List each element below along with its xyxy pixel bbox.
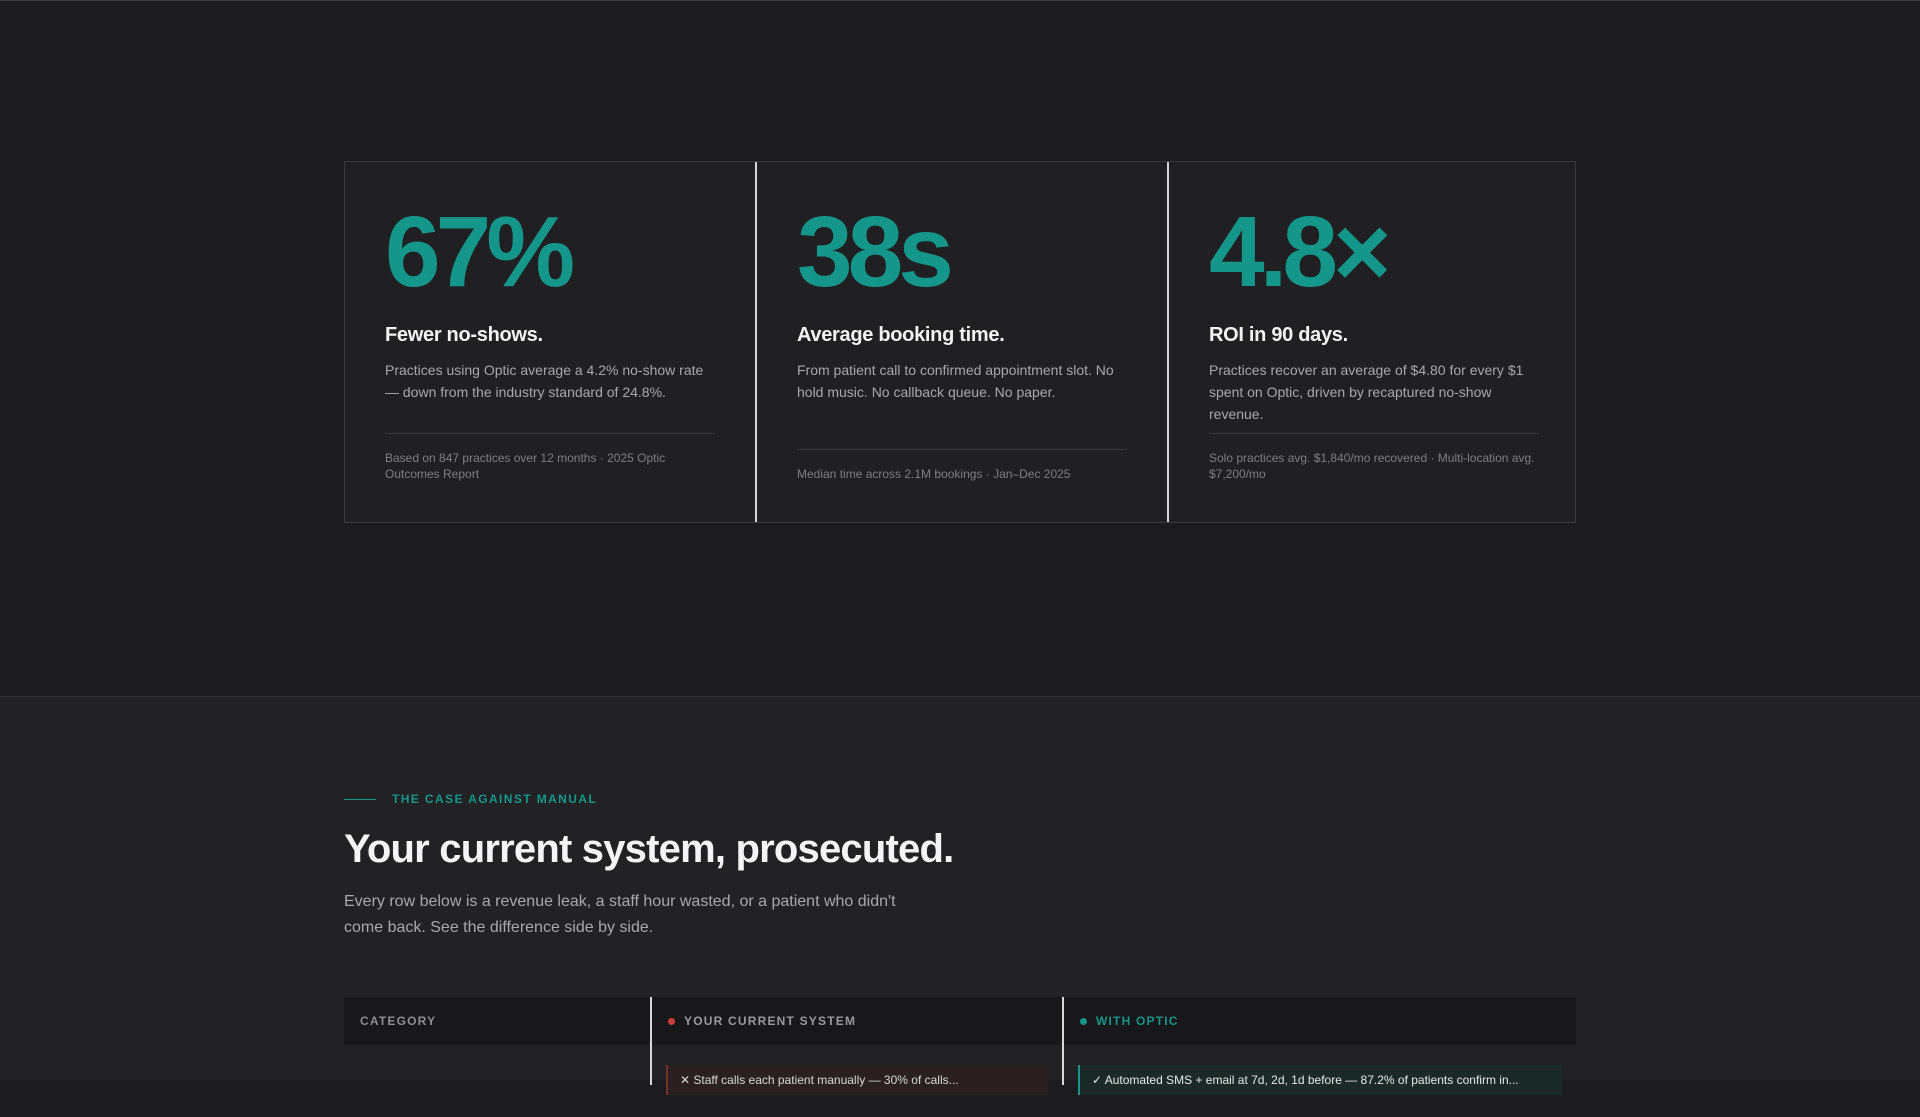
column-header-label: YOUR CURRENT SYSTEM xyxy=(684,1014,857,1028)
eyebrow-rule xyxy=(344,798,376,800)
stats-grid: 67% Fewer no-shows. Practices using Opti… xyxy=(344,161,1576,523)
stat-card-booking-time: 38s Average booking time. From patient c… xyxy=(755,162,1167,522)
stat-card-roi: 4.8× ROI in 90 days. Practices recover a… xyxy=(1167,162,1579,522)
eyebrow-label: THE CASE AGAINST MANUAL xyxy=(392,792,598,806)
comparison-table: CATEGORY YOUR CURRENT SYSTEM WITH OPTIC … xyxy=(344,997,1576,1117)
column-header-category: CATEGORY xyxy=(344,997,650,1045)
current-system-item: ✕ Staff calls each patient manually — 30… xyxy=(666,1065,1048,1095)
optic-item: ✓ Automated SMS + email at 7d, 2d, 1d be… xyxy=(1078,1065,1562,1095)
stat-description: From patient call to confirmed appointme… xyxy=(797,362,1114,400)
stat-title: Average booking time. xyxy=(797,324,1005,346)
table-cell-optic: ✓ Automated SMS + email at 7d, 2d, 1d be… xyxy=(1062,1045,1576,1095)
stat-title: ROI in 90 days. xyxy=(1209,324,1348,346)
stat-title: Fewer no-shows. xyxy=(385,324,543,346)
comparison-section: THE CASE AGAINST MANUAL Your current sys… xyxy=(0,696,1920,1095)
teal-dot-icon xyxy=(1080,1017,1087,1025)
stat-number: 4.8× xyxy=(1209,196,1391,308)
red-dot-icon xyxy=(668,1017,675,1025)
section-title: Your current system, prosecuted. xyxy=(344,827,954,871)
column-header-optic: WITH OPTIC xyxy=(1062,997,1576,1045)
stat-number: 38s xyxy=(797,196,954,308)
column-header-label: CATEGORY xyxy=(360,1014,437,1028)
stat-footnote: Median time across 2.1M bookings · Jan–D… xyxy=(797,449,1127,482)
stat-number: 67% xyxy=(385,196,575,308)
stat-card-no-shows: 67% Fewer no-shows. Practices using Opti… xyxy=(345,162,755,522)
table-header: CATEGORY YOUR CURRENT SYSTEM WITH OPTIC xyxy=(344,997,1576,1045)
stat-description: Practices using Optic average a 4.2% no-… xyxy=(385,362,704,400)
section-eyebrow: THE CASE AGAINST MANUAL xyxy=(344,792,597,806)
stat-description: Practices recover an average of $4.80 fo… xyxy=(1209,362,1524,422)
column-header-current-system: YOUR CURRENT SYSTEM xyxy=(650,997,1062,1045)
column-header-label: WITH OPTIC xyxy=(1096,1014,1179,1028)
stat-footnote: Solo practices avg. $1,840/mo recovered … xyxy=(1209,433,1539,482)
stats-section: 67% Fewer no-shows. Practices using Opti… xyxy=(0,1,1920,696)
table-row: ✕ Staff calls each patient manually — 30… xyxy=(344,1045,1576,1095)
stat-footnote: Based on 847 practices over 12 months · … xyxy=(385,433,715,482)
table-cell-category xyxy=(344,1045,650,1085)
table-cell-current: ✕ Staff calls each patient manually — 30… xyxy=(650,1045,1062,1095)
section-lead: Every row below is a revenue leak, a sta… xyxy=(344,893,896,936)
